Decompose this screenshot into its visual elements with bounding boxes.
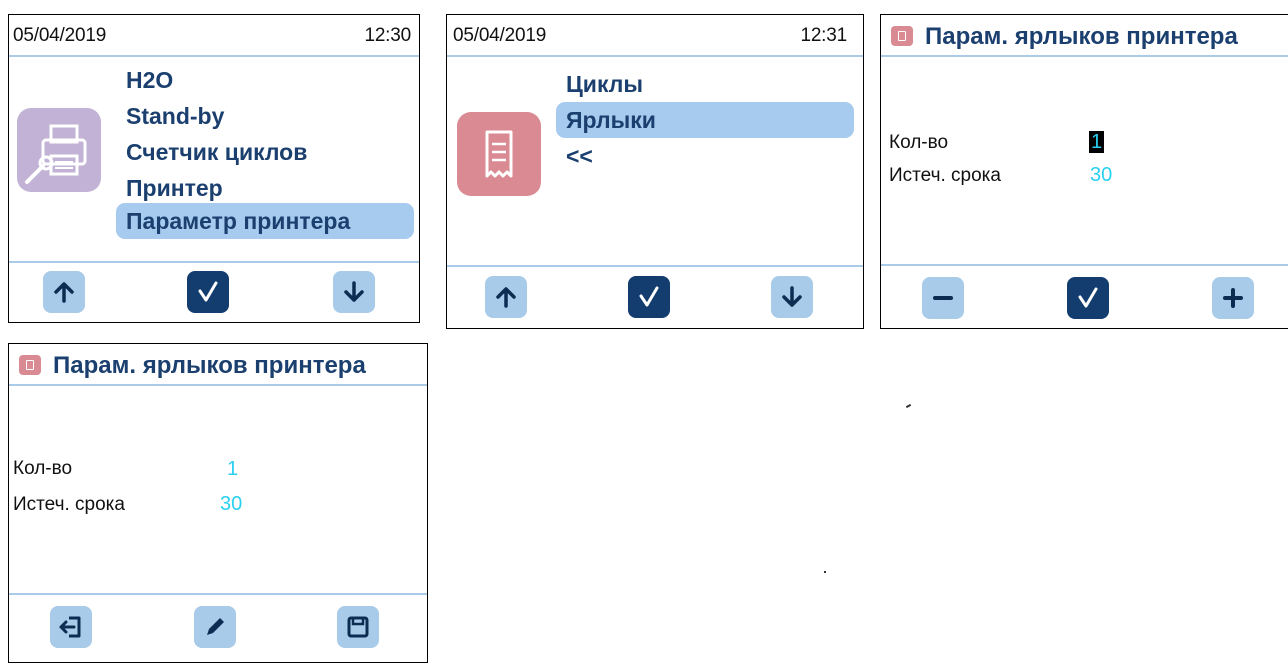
param-value-quantity[interactable]: 1 <box>1089 131 1105 153</box>
confirm-button[interactable] <box>628 276 670 318</box>
param-value-expiry[interactable]: 30 <box>1090 164 1112 187</box>
confirm-button[interactable] <box>1067 277 1109 319</box>
menu-item-printer[interactable]: Принтер <box>126 175 223 202</box>
check-icon <box>198 281 218 302</box>
arrow-down-icon <box>782 286 802 307</box>
status-bar: 05/04/2019 12:30 <box>9 15 419 57</box>
scan-mark <box>905 403 912 409</box>
menu-item-labels[interactable]: Ярлыки <box>556 102 854 138</box>
down-button[interactable] <box>333 271 375 313</box>
screen-panel-submenu: 05/04/2019 12:31 Циклы Ярлыки << <box>446 14 864 329</box>
menu-item-standby[interactable]: Stand-by <box>126 103 224 130</box>
title-bar: Парам. ярлыков принтера <box>9 344 427 386</box>
time-display: 12:30 <box>364 25 411 46</box>
arrow-up-icon <box>496 287 516 308</box>
time-display: 12:31 <box>800 25 847 46</box>
check-icon <box>639 286 659 307</box>
footer-divider <box>9 261 419 263</box>
date-display: 05/04/2019 <box>453 25 547 46</box>
up-button[interactable] <box>485 276 527 318</box>
param-value-expiry: 30 <box>220 493 243 515</box>
menu-item-cycles[interactable]: Циклы <box>566 71 643 98</box>
menu-item-back[interactable]: << <box>566 143 593 170</box>
down-button[interactable] <box>771 276 813 318</box>
up-button[interactable] <box>43 271 85 313</box>
screen-panel-menu: 05/04/2019 12:30 H2O Stand-by Счетчик ци… <box>8 14 420 323</box>
param-value-quantity: 1 <box>227 458 239 480</box>
increase-button[interactable] <box>1212 277 1254 319</box>
scan-mark <box>824 571 826 573</box>
decrease-button[interactable] <box>922 277 964 319</box>
param-label-quantity: Кол-во <box>889 132 949 153</box>
exit-icon <box>59 616 81 638</box>
menu-item-cycle-counter[interactable]: Счетчик циклов <box>126 139 307 166</box>
date-display: 05/04/2019 <box>13 25 107 46</box>
menu-item-printer-params[interactable]: Параметр принтера <box>116 203 414 239</box>
arrow-up-icon <box>54 282 74 303</box>
menu-item-h2o[interactable]: H2O <box>126 67 173 94</box>
page-title: Парам. ярлыков принтера <box>53 352 366 379</box>
exit-button[interactable] <box>50 606 92 648</box>
param-label-quantity: Кол-во <box>13 458 73 479</box>
footer-divider <box>447 265 863 267</box>
title-bar: Парам. ярлыков принтера <box>881 15 1288 57</box>
confirm-button[interactable] <box>187 271 229 313</box>
printer-wrench-icon <box>17 108 101 192</box>
param-label-expiry: Истеч. срока <box>13 494 125 515</box>
plus-icon <box>1223 288 1243 308</box>
receipt-icon <box>457 112 541 196</box>
screen-panel-label-params: Парам. ярлыков принтера Кол-во 1 Истеч. … <box>8 343 428 663</box>
receipt-icon <box>19 355 41 375</box>
screen-panel-label-params-edit: Парам. ярлыков принтера Кол-во 1 Истеч. … <box>880 14 1288 329</box>
edit-button[interactable] <box>194 606 236 648</box>
param-label-expiry: Истеч. срока <box>889 165 1001 186</box>
pencil-icon <box>207 618 224 635</box>
page-title: Парам. ярлыков принтера <box>925 23 1238 50</box>
minus-icon <box>933 296 953 300</box>
footer-divider <box>881 264 1288 266</box>
save-icon <box>347 616 369 638</box>
check-icon <box>1078 287 1098 308</box>
save-button[interactable] <box>337 606 379 648</box>
receipt-icon <box>891 26 913 46</box>
footer-divider <box>9 593 427 595</box>
status-bar: 05/04/2019 12:31 <box>447 15 863 57</box>
arrow-down-icon <box>344 281 364 302</box>
